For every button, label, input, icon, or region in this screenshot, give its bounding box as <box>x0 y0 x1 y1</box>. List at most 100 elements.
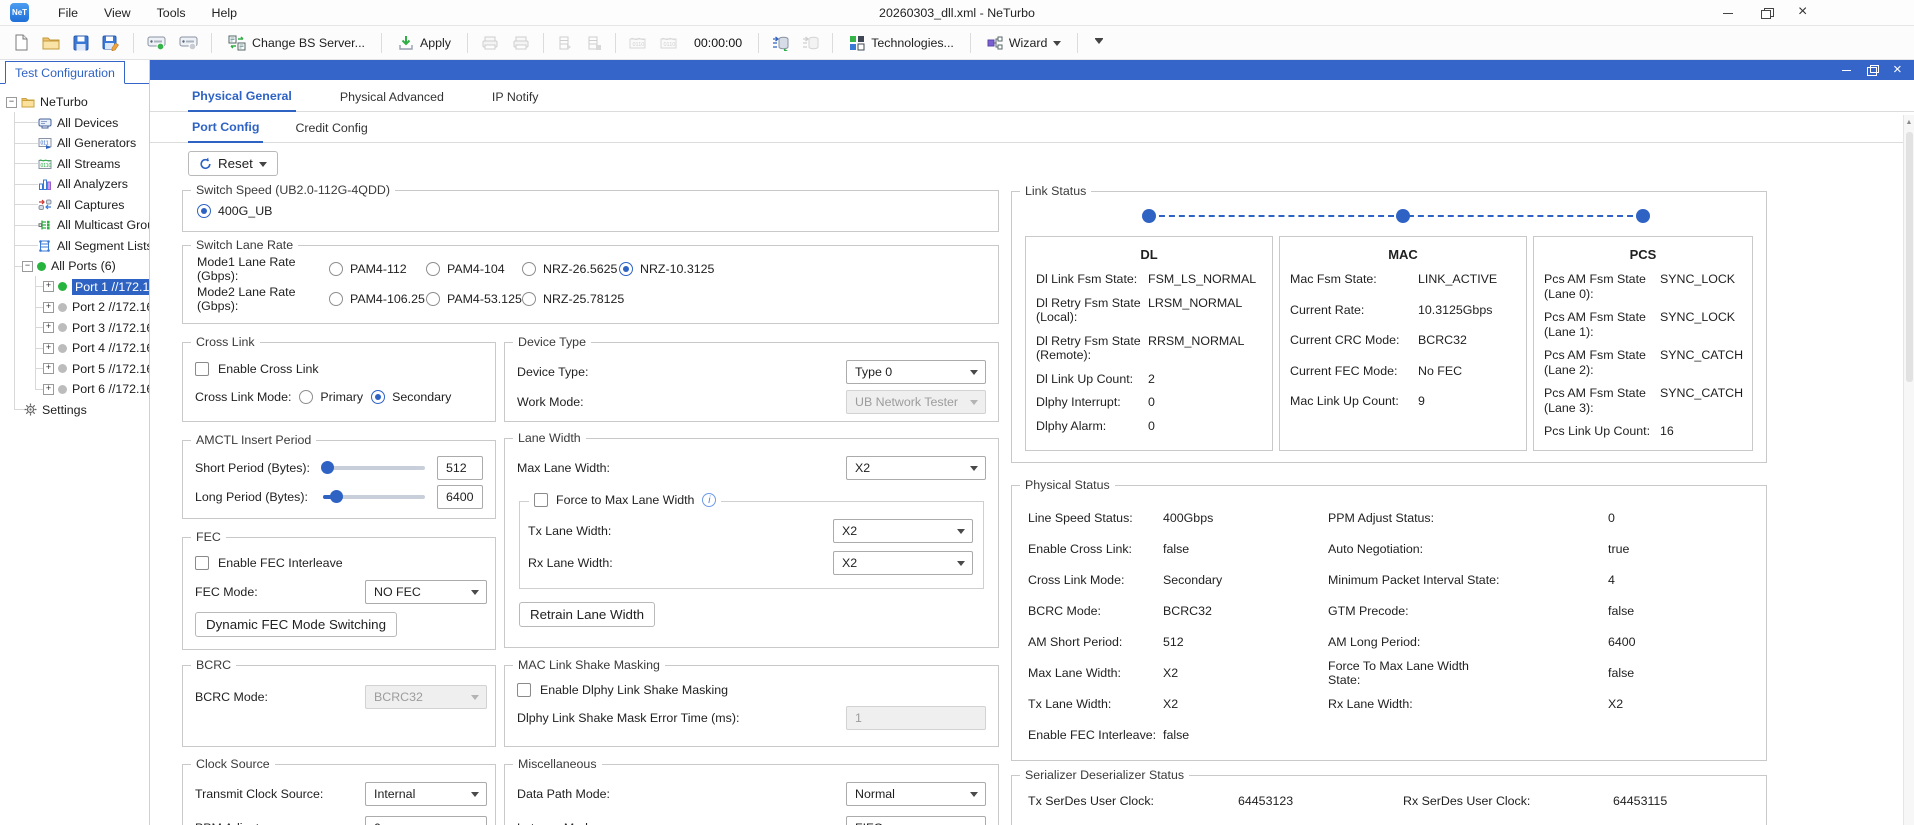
force-max-lane-width-checkbox[interactable] <box>534 493 548 507</box>
tab-test-configuration[interactable]: Test Configuration <box>5 61 125 84</box>
radio-icon[interactable] <box>426 262 440 276</box>
fec-mode-dropdown[interactable]: NO FEC <box>365 580 487 604</box>
menu-tools[interactable]: Tools <box>146 3 197 23</box>
stream-stop-button[interactable]: 0110 <box>655 30 683 56</box>
expand-expander-icon[interactable] <box>43 302 54 313</box>
radio-pam4-104[interactable]: PAM4-104 <box>426 262 522 276</box>
collapse-expander-icon[interactable] <box>22 261 33 272</box>
rx-lane-width-dropdown[interactable]: X2 <box>833 551 973 575</box>
enable-cross-link-checkbox[interactable] <box>195 362 209 376</box>
stream-run-button[interactable]: 0110 <box>624 30 652 56</box>
tx-lane-width-dropdown[interactable]: X2 <box>833 519 973 543</box>
sidebar-item-all-streams[interactable]: 0110 All Streams <box>0 154 149 175</box>
menu-view[interactable]: View <box>93 3 142 23</box>
sidebar-item-port-2[interactable]: Port 2 //172.16. <box>0 297 149 318</box>
radio-icon[interactable] <box>371 390 385 404</box>
menu-help[interactable]: Help <box>201 3 248 23</box>
long-period-slider[interactable] <box>323 495 425 499</box>
expand-expander-icon[interactable] <box>43 384 54 395</box>
expand-expander-icon[interactable] <box>43 322 54 333</box>
dynamic-fec-mode-switching-button[interactable]: Dynamic FEC Mode Switching <box>195 612 397 637</box>
vertical-scrollbar[interactable]: ▲ <box>1903 115 1914 825</box>
print-forward-button[interactable] <box>476 30 504 56</box>
segment-run-button[interactable] <box>552 30 578 56</box>
short-period-slider[interactable] <box>323 466 425 470</box>
sidebar-item-all-devices[interactable]: All Devices <box>0 113 149 134</box>
sidebar-item-port-1[interactable]: Port 1 //172.16. <box>0 277 149 298</box>
radio-icon[interactable] <box>299 390 313 404</box>
sidebar-item-all-multicast-groups[interactable]: All Multicast Grou <box>0 215 149 236</box>
radio-primary[interactable]: Primary <box>299 390 363 404</box>
device-type-dropdown[interactable]: Type 0 <box>846 360 986 384</box>
tab-physical-general[interactable]: Physical General <box>188 89 296 112</box>
open-file-button[interactable] <box>37 30 65 56</box>
tab-port-config[interactable]: Port Config <box>188 120 263 143</box>
window-close-button[interactable] <box>1798 7 1810 19</box>
change-bs-server-button[interactable]: Change BS Server... <box>220 30 373 56</box>
data-path-mode-dropdown[interactable]: Normal <box>846 782 986 806</box>
tab-ip-notify[interactable]: IP Notify <box>488 90 543 111</box>
sidebar-item-all-analyzers[interactable]: All Analyzers <box>0 174 149 195</box>
sidebar-item-port-6[interactable]: Port 6 //172.16. <box>0 379 149 400</box>
radio-secondary[interactable]: Secondary <box>371 390 451 404</box>
connect-device-button[interactable] <box>142 30 171 56</box>
mdi-minimize-button[interactable] <box>1841 65 1852 76</box>
retrain-lane-width-button[interactable]: Retrain Lane Width <box>519 602 655 627</box>
radio-pam4-106[interactable]: PAM4-106.25 <box>329 292 426 306</box>
radio-nrz-25[interactable]: NRZ-25.78125 <box>522 292 624 306</box>
save-button[interactable] <box>68 30 94 56</box>
tree-item-neturbo[interactable]: NeTurbo <box>0 92 149 113</box>
expand-expander-icon[interactable] <box>43 363 54 374</box>
sidebar-item-all-ports[interactable]: All Ports (6) <box>0 256 149 277</box>
radio-icon[interactable] <box>426 292 440 306</box>
radio-icon[interactable] <box>522 262 536 276</box>
new-file-button[interactable] <box>8 30 34 56</box>
transmit-clock-source-dropdown[interactable]: Internal <box>365 782 487 806</box>
scrollbar-thumb[interactable] <box>1906 132 1913 382</box>
expand-expander-icon[interactable] <box>43 343 54 354</box>
collapse-expander-icon[interactable] <box>6 97 17 108</box>
sidebar-item-settings[interactable]: Settings <box>0 400 149 421</box>
radio-icon[interactable] <box>329 292 343 306</box>
radio-icon[interactable] <box>329 262 343 276</box>
save-as-button[interactable] <box>97 30 125 56</box>
reset-button[interactable]: Reset <box>188 151 278 176</box>
apply-button[interactable]: Apply <box>390 30 459 56</box>
max-lane-width-dropdown[interactable]: X2 <box>846 456 986 480</box>
enable-dlphy-link-shake-masking-checkbox[interactable] <box>517 683 531 697</box>
ppm-adjust-input[interactable]: 0 <box>365 816 487 825</box>
short-period-input[interactable]: 512 <box>437 456 483 480</box>
mdi-restore-button[interactable] <box>1867 65 1878 76</box>
radio-pam4-112[interactable]: PAM4-112 <box>329 262 426 276</box>
sidebar-item-all-captures[interactable]: All Captures <box>0 195 149 216</box>
print-back-button[interactable] <box>507 30 535 56</box>
latency-mode-dropdown[interactable]: FIFO <box>846 816 986 825</box>
capture-start-button[interactable] <box>767 30 794 56</box>
enable-fec-interleave-checkbox[interactable] <box>195 556 209 570</box>
tab-credit-config[interactable]: Credit Config <box>291 121 371 142</box>
radio-icon[interactable] <box>197 204 211 218</box>
radio-icon[interactable] <box>522 292 536 306</box>
capture-stop-button[interactable] <box>797 30 824 56</box>
scroll-up-arrow-icon[interactable]: ▲ <box>1906 119 1913 126</box>
mdi-close-button[interactable] <box>1893 65 1904 76</box>
slider-handle[interactable] <box>330 490 343 503</box>
sidebar-item-port-3[interactable]: Port 3 //172.16. <box>0 318 149 339</box>
technologies-button[interactable]: Technologies... <box>841 30 962 56</box>
sidebar-item-all-generators[interactable]: 011 All Generators <box>0 133 149 154</box>
tab-physical-advanced[interactable]: Physical Advanced <box>336 90 448 111</box>
radio-icon[interactable] <box>619 262 633 276</box>
sidebar-item-all-segment-lists[interactable]: All Segment Lists <box>0 236 149 257</box>
radio-400g-ub[interactable]: 400G_UB <box>197 204 272 218</box>
long-period-input[interactable]: 6400 <box>437 485 483 509</box>
radio-pam4-53[interactable]: PAM4-53.125 <box>426 292 522 306</box>
radio-nrz-26[interactable]: NRZ-26.5625 <box>522 262 619 276</box>
radio-nrz-10[interactable]: NRZ-10.3125 <box>619 262 714 276</box>
disconnect-device-button[interactable] <box>174 30 203 56</box>
menu-file[interactable]: File <box>47 3 89 23</box>
sidebar-item-port-5[interactable]: Port 5 //172.16. <box>0 359 149 380</box>
slider-handle[interactable] <box>321 461 334 474</box>
segment-stop-button[interactable] <box>581 30 607 56</box>
window-minimize-button[interactable] <box>1722 7 1734 19</box>
sidebar-item-port-4[interactable]: Port 4 //172.16. <box>0 338 149 359</box>
